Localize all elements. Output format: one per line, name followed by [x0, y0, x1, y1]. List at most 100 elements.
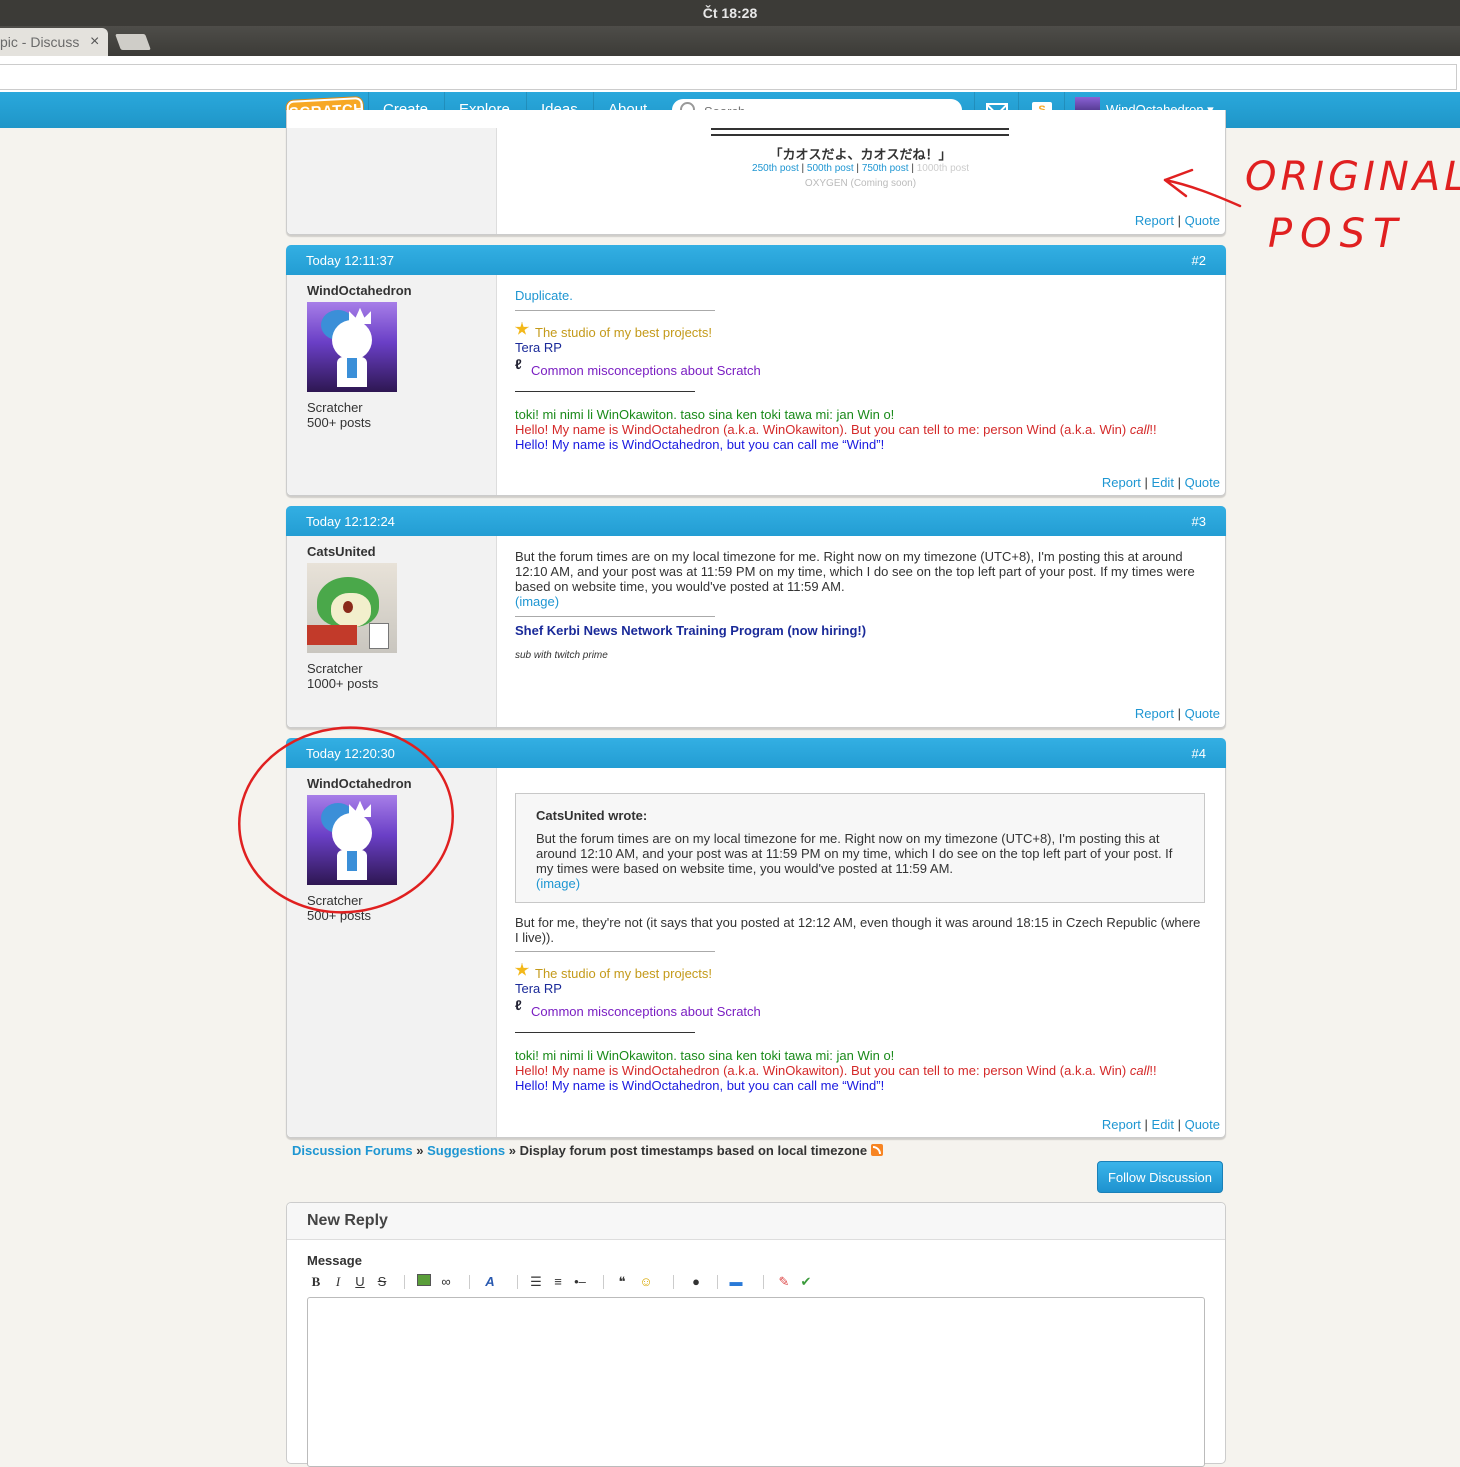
list-item-icon[interactable]: •–: [571, 1273, 589, 1291]
image-icon[interactable]: [415, 1273, 433, 1291]
quote-text: But the forum times are on my local time…: [536, 831, 1173, 876]
milestone-750[interactable]: 750th post: [862, 163, 909, 174]
sig-studio-line: The studio of my best projects!: [515, 322, 1205, 340]
rss-icon[interactable]: [871, 1144, 884, 1156]
sig-studio-link[interactable]: The studio of my best projects!: [535, 966, 712, 981]
post-time: Today 12:12:24: [306, 514, 395, 529]
address-bar[interactable]: [0, 64, 1457, 90]
breadcrumb-suggestions[interactable]: Suggestions: [427, 1143, 505, 1158]
milestone-500[interactable]: 500th post: [807, 163, 854, 174]
signature-title: 「カオスだよ、カオスだね！」: [769, 147, 952, 162]
signature-divider: [711, 128, 1009, 136]
numbered-list-icon[interactable]: ≡: [549, 1273, 567, 1291]
forum-post-1: 「カオスだよ、カオスだね！」 250th post | 500th post |…: [286, 110, 1226, 235]
breadcrumb: Discussion Forums » Suggestions » Displa…: [292, 1143, 884, 1158]
quote-link[interactable]: Quote: [1185, 706, 1220, 721]
forum-post-4: Today 12:20:30 #4 WindOctahedron Scratch…: [286, 738, 1226, 1138]
browser-tab[interactable]: pic - Discuss ×: [0, 28, 108, 56]
post-number[interactable]: #4: [1192, 746, 1206, 761]
sig-studio-link[interactable]: The studio of my best projects!: [535, 325, 712, 340]
star-icon: [515, 322, 529, 335]
sig-misconceptions-link[interactable]: Common misconceptions about Scratch: [531, 363, 761, 378]
quote-image-link[interactable]: (image): [536, 876, 580, 891]
tab-title: pic - Discuss: [0, 34, 80, 50]
report-link[interactable]: Report: [1135, 213, 1174, 228]
signature-divider: [515, 310, 715, 311]
tab-strip: pic - Discuss ×: [0, 26, 1460, 56]
annotation-text-post: POST: [1268, 211, 1405, 257]
post-message: But for me, they're not (it says that yo…: [515, 915, 1201, 945]
post-number[interactable]: #3: [1192, 514, 1206, 529]
message-label: Message: [307, 1253, 362, 1268]
post-message: But the forum times are on my local time…: [515, 549, 1195, 594]
milestone-250[interactable]: 250th post: [752, 163, 799, 174]
author-avatar[interactable]: [307, 302, 397, 392]
globe-icon[interactable]: ●: [687, 1273, 705, 1291]
author-name[interactable]: WindOctahedron: [307, 283, 412, 298]
forum-post-3: Today 12:12:24 #3 CatsUnited Scratcher 1…: [286, 506, 1226, 728]
breadcrumb-topic: Display forum post timestamps based on l…: [519, 1143, 868, 1158]
sig-misconceptions-line: ℓ Common misconceptions about Scratch: [515, 357, 1205, 379]
link-icon[interactable]: ∞: [437, 1273, 455, 1291]
post-author-column: WindOctahedron Scratcher 500+ posts: [287, 768, 497, 1137]
post-actions: Report | Quote: [1134, 706, 1220, 721]
post-header: Today 12:11:37 #2: [286, 245, 1226, 275]
sig-hello-red: Hello! My name is WindOctahedron (a.k.a.…: [515, 422, 1157, 437]
star-icon: [515, 963, 529, 976]
breadcrumb-forums[interactable]: Discussion Forums: [292, 1143, 413, 1158]
strike-button[interactable]: S: [373, 1273, 391, 1291]
author-avatar[interactable]: [307, 795, 397, 885]
author-name[interactable]: CatsUnited: [307, 544, 376, 559]
font-color-icon[interactable]: A: [481, 1273, 499, 1291]
post-actions: Report | Edit | Quote: [1101, 475, 1220, 490]
author-rank: Scratcher: [307, 661, 363, 676]
sig-toki: toki! mi nimi li WinOkawiton. taso sina …: [515, 1048, 895, 1063]
scratchblocks-icon[interactable]: ▬: [727, 1273, 745, 1291]
author-rank: Scratcher: [307, 400, 363, 415]
sig-news-link[interactable]: Shef Kerbi News Network Training Program…: [515, 623, 1205, 638]
image-link[interactable]: (image): [515, 594, 1205, 609]
milestone-1000: 1000th post: [916, 163, 969, 174]
new-tab-button[interactable]: [115, 34, 151, 50]
bold-button[interactable]: B: [307, 1273, 325, 1291]
message-textarea[interactable]: [307, 1297, 1205, 1467]
quote-link[interactable]: Quote: [1185, 1117, 1220, 1132]
smiley-icon[interactable]: ☺: [637, 1273, 655, 1291]
sig-tera-link[interactable]: Tera RP: [515, 340, 1205, 355]
sig-tera-link[interactable]: Tera RP: [515, 981, 1205, 996]
italic-button[interactable]: I: [329, 1273, 347, 1291]
post-author-column: CatsUnited Scratcher 1000+ posts: [287, 536, 497, 727]
browser-toolbar: [0, 56, 1460, 93]
sig-studio-line: The studio of my best projects!: [515, 963, 1205, 981]
post-number[interactable]: #2: [1192, 253, 1206, 268]
author-post-count: 1000+ posts: [307, 676, 379, 691]
report-link[interactable]: Report: [1135, 706, 1174, 721]
follow-discussion-button[interactable]: Follow Discussion: [1097, 1161, 1223, 1193]
author-avatar[interactable]: [307, 563, 397, 653]
edit-link[interactable]: Edit: [1152, 475, 1174, 490]
report-link[interactable]: Report: [1102, 475, 1141, 490]
quote-link[interactable]: Quote: [1185, 475, 1220, 490]
quote-icon[interactable]: ❝: [613, 1273, 631, 1291]
quote-link[interactable]: Quote: [1185, 213, 1220, 228]
signature: The studio of my best projects! Tera RP …: [515, 951, 1205, 1093]
sig-hello-red: Hello! My name is WindOctahedron (a.k.a.…: [515, 1063, 1157, 1078]
clear-format-icon[interactable]: ✎: [775, 1273, 793, 1291]
editor-toolbar: B I U S ∞ A ☰ ≡ •– ❝ ☺ ● ▬ ✎ ✔: [307, 1273, 1207, 1293]
post-time: Today 12:20:30: [306, 746, 395, 761]
post-author-column: WindOctahedron Scratcher 500+ posts: [287, 275, 497, 495]
post-author-column: [287, 128, 497, 234]
report-link[interactable]: Report: [1102, 1117, 1141, 1132]
post-body: Duplicate. The studio of my best project…: [515, 288, 1205, 452]
sig-twitch: sub with twitch prime: [515, 650, 608, 661]
underline-button[interactable]: U: [351, 1273, 369, 1291]
preview-check-icon[interactable]: ✔: [797, 1273, 815, 1291]
edit-link[interactable]: Edit: [1152, 1117, 1174, 1132]
new-reply-panel: New Reply Message B I U S ∞ A ☰ ≡ •– ❝ ☺…: [286, 1202, 1226, 1467]
bullet-list-icon[interactable]: ☰: [527, 1273, 545, 1291]
close-tab-icon[interactable]: ×: [90, 28, 99, 56]
signature-divider-2: [515, 391, 695, 392]
milestone-links: 250th post | 500th post | 750th post | 1…: [752, 163, 969, 174]
sig-misconceptions-link[interactable]: Common misconceptions about Scratch: [531, 1004, 761, 1019]
author-name[interactable]: WindOctahedron: [307, 776, 412, 791]
